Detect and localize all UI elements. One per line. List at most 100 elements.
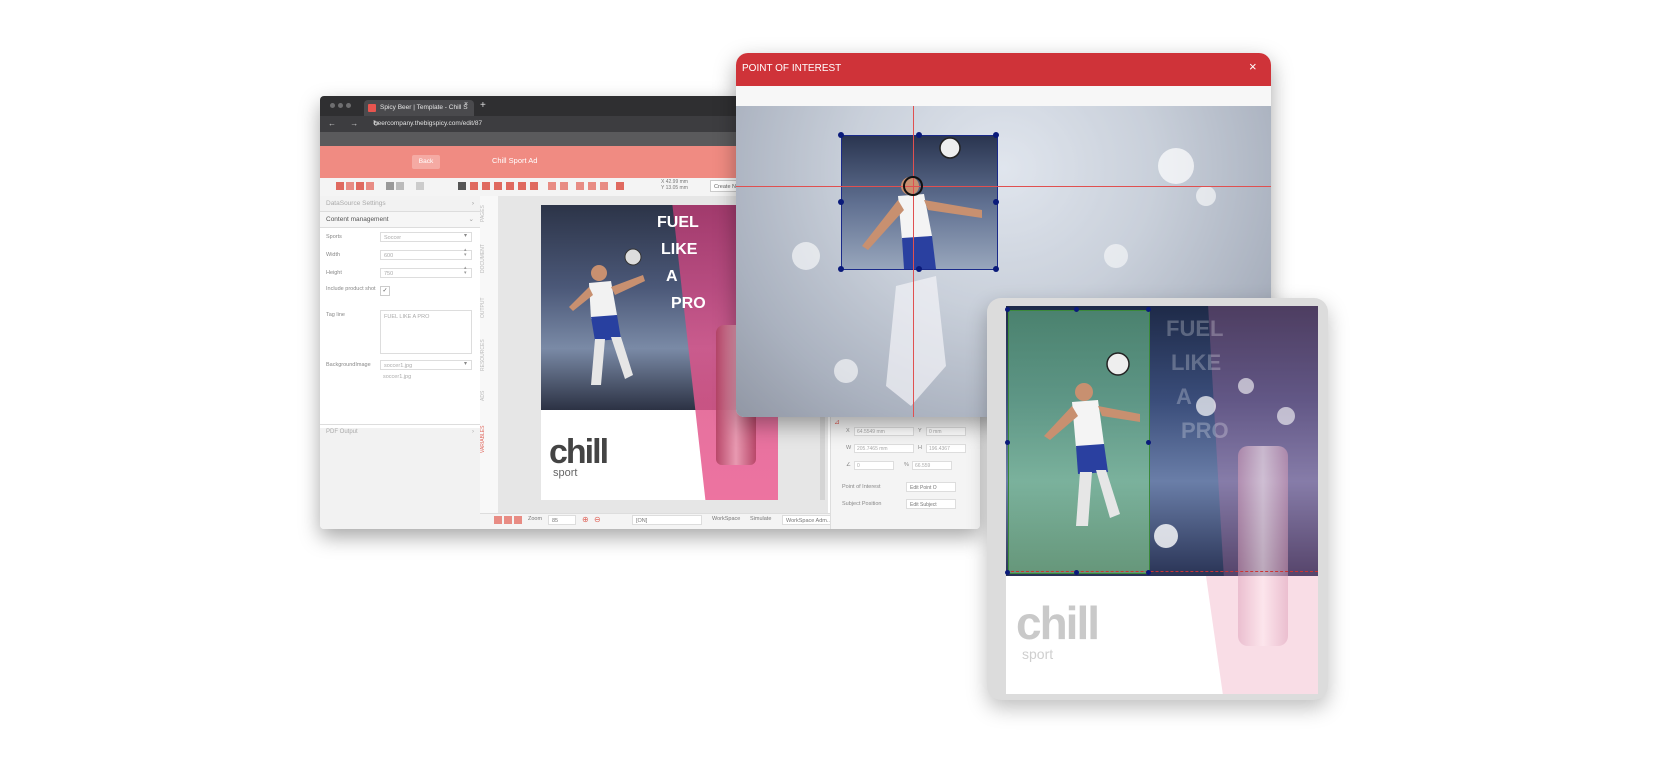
h-label: H	[918, 445, 922, 451]
tag-line-textarea[interactable]: FUEL LIKE A PRO	[380, 310, 472, 354]
resize-handle-bm[interactable]	[1074, 570, 1079, 575]
poi-horizontal-guide	[736, 186, 1271, 187]
resize-handle-mr[interactable]	[993, 199, 999, 205]
pen-tool-icon[interactable]	[518, 182, 526, 190]
redo-icon[interactable]	[416, 182, 424, 190]
tab-ads[interactable]: ADS	[480, 386, 498, 406]
height-stepper-icon[interactable]: ▴ ▾	[464, 266, 467, 276]
favicon-icon	[368, 104, 376, 112]
browser-tab[interactable]: Spicy Beer | Template - Chill S	[364, 100, 474, 116]
fit-page-icon[interactable]	[494, 516, 502, 524]
pin-icon[interactable]: ⊿	[834, 418, 840, 426]
page-select[interactable]: [ON]	[632, 515, 702, 525]
resize-handle-tm[interactable]	[916, 132, 922, 138]
close-icon[interactable]: ×	[1249, 59, 1257, 74]
save-icon[interactable]	[336, 182, 344, 190]
y-input[interactable]: 0 mm	[926, 427, 966, 436]
print-icon[interactable]	[616, 182, 624, 190]
width-input[interactable]: 600	[380, 250, 472, 260]
include-product-shot-checkbox[interactable]: ✓	[380, 286, 390, 296]
align-icon[interactable]	[576, 182, 584, 190]
edit-subject-position-button[interactable]: Edit Subject	[906, 499, 956, 509]
grid-icon[interactable]	[588, 182, 596, 190]
url-field[interactable]: beercompany.thebigspicy.com/edit/87	[374, 118, 774, 130]
h-input[interactable]: 196.4367	[926, 444, 966, 453]
tab-output[interactable]: OUTPUT	[480, 292, 498, 324]
tablet-screen: FUEL LIKE A PRO chill sport	[1006, 306, 1318, 694]
brand-logo: chill	[1016, 597, 1100, 649]
resize-handle-tm[interactable]	[1074, 307, 1079, 312]
select-tool-icon[interactable]	[458, 182, 466, 190]
tab-close-icon[interactable]: ×	[464, 101, 468, 108]
datasource-settings-section[interactable]: DataSource Settings ›	[320, 196, 480, 212]
zoom-tool-icon[interactable]	[506, 182, 514, 190]
resize-handle-ml[interactable]	[838, 199, 844, 205]
field-label-width: Width	[326, 252, 341, 258]
point-of-interest-label: Point of Interest	[842, 484, 881, 490]
resize-handle-tr[interactable]	[993, 132, 999, 138]
document-icon[interactable]	[346, 182, 354, 190]
resize-handle-ml[interactable]	[1005, 440, 1010, 445]
resize-handle-br[interactable]	[993, 266, 999, 272]
x-input[interactable]: 64.5549 mm	[854, 427, 914, 436]
crop-icon[interactable]	[600, 182, 608, 190]
background-image-select[interactable]: soccer1.jpg	[380, 360, 472, 370]
zoom-in-icon[interactable]: ⊕	[582, 515, 589, 524]
angle-input[interactable]: 0	[854, 461, 894, 470]
poi-vertical-guide	[913, 106, 914, 417]
poi-selection-box[interactable]	[841, 135, 998, 270]
new-tab-button[interactable]: +	[480, 100, 486, 111]
direct-select-icon[interactable]	[470, 182, 478, 190]
resize-handle-bl[interactable]	[1005, 570, 1010, 575]
window-maximize-dot[interactable]	[346, 103, 351, 108]
save-as-icon[interactable]	[356, 182, 364, 190]
frame-tool-icon[interactable]	[530, 182, 538, 190]
resize-handle-bl[interactable]	[838, 266, 844, 272]
crosshair-icon[interactable]	[903, 176, 923, 196]
height-input[interactable]: 750	[380, 268, 472, 278]
cursor-y: Y 13.05 mm	[661, 185, 688, 191]
cursor-coordinates: X 42.99 mm Y 13.05 mm	[661, 179, 688, 191]
undo-icon[interactable]	[386, 182, 394, 190]
window-close-dot[interactable]	[330, 103, 335, 108]
percent-input[interactable]: 66.559	[912, 461, 952, 470]
zoom-input[interactable]: 85	[548, 515, 576, 525]
tab-resources[interactable]: RESOURCES	[480, 332, 498, 378]
content-management-section[interactable]: Content management ⌄	[320, 212, 480, 228]
tab-variables[interactable]: VARIABLES	[480, 416, 498, 462]
undo-menu-icon[interactable]	[396, 182, 404, 190]
hand-tool-icon[interactable]	[494, 182, 502, 190]
tab-pages[interactable]: PAGES	[480, 200, 498, 228]
product-bottle-image	[1238, 446, 1288, 646]
resize-handle-br[interactable]	[1146, 570, 1151, 575]
copy-icon[interactable]	[548, 182, 556, 190]
soccer-player-image	[569, 248, 645, 385]
tab-document[interactable]: DOCUMENT	[480, 236, 498, 282]
actual-size-icon[interactable]	[514, 516, 522, 524]
zoom-out-icon[interactable]: ⊖	[594, 515, 601, 524]
w-input[interactable]: 205.7465 mm	[854, 444, 914, 453]
paste-icon[interactable]	[560, 182, 568, 190]
sports-select[interactable]: Soccer	[380, 232, 472, 242]
dialog-toolbar	[736, 86, 1271, 106]
edit-point-of-interest-button[interactable]: Edit Point O	[906, 482, 956, 492]
field-label-sports: Sports	[326, 234, 342, 240]
text-tool-icon[interactable]	[482, 182, 490, 190]
window-minimize-dot[interactable]	[338, 103, 343, 108]
pdf-output-section[interactable]: PDF Output ›	[320, 424, 480, 438]
width-stepper-icon[interactable]: ▴ ▾	[464, 248, 467, 258]
chevron-right-icon: ›	[471, 200, 474, 207]
dialog-title: POINT OF INTEREST	[742, 63, 842, 74]
resize-handle-bm[interactable]	[916, 266, 922, 272]
percent-label: %	[904, 462, 909, 468]
zoom-label: Zoom	[528, 516, 543, 522]
resize-handle-mr[interactable]	[1146, 440, 1151, 445]
back-button[interactable]: Back	[412, 155, 440, 169]
field-label-include-product-shot: Include product shot	[326, 286, 376, 292]
resize-handle-tl[interactable]	[1005, 307, 1010, 312]
resize-handle-tl[interactable]	[838, 132, 844, 138]
refresh-icon[interactable]	[366, 182, 374, 190]
subject-position-label: Subject Position	[842, 501, 882, 507]
resize-handle-tr[interactable]	[1146, 307, 1151, 312]
fit-width-icon[interactable]	[504, 516, 512, 524]
